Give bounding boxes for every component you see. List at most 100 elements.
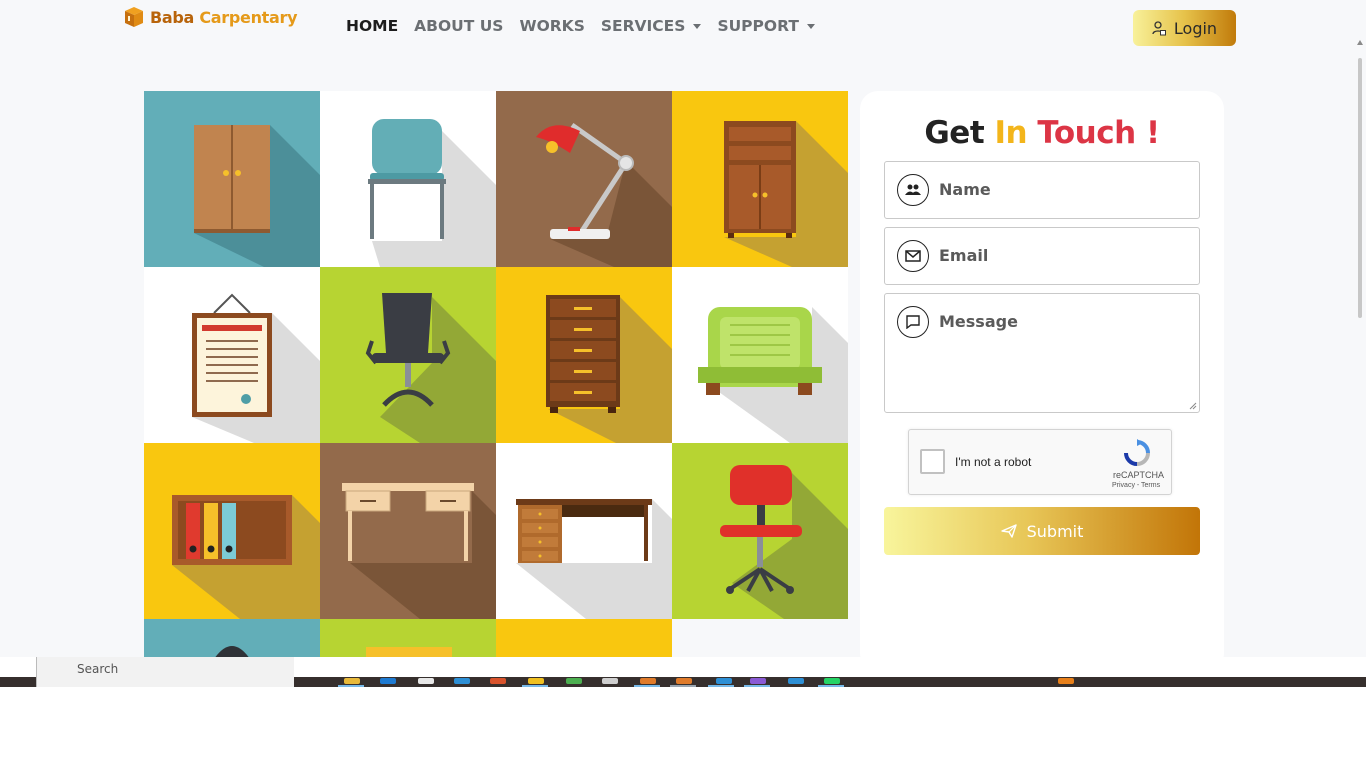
tile-chair [320, 91, 496, 267]
taskbar-app-icon[interactable] [566, 678, 582, 684]
contact-title: Get In Touch ! [860, 115, 1224, 151]
caret-down-icon [806, 23, 815, 29]
user-lock-icon [1152, 20, 1166, 35]
recaptcha-widget: I'm not a robot reCAPTCHA Privacy - Term… [908, 429, 1172, 495]
taskbar-app-icon[interactable] [750, 678, 766, 684]
tile-office-desk [496, 443, 672, 619]
brand-word-2: Carpentary [199, 7, 298, 27]
taskbar-app-icon[interactable] [602, 678, 618, 684]
envelope-icon [897, 240, 929, 272]
nav-home[interactable]: HOME [346, 17, 398, 35]
taskbar-active-indicator [670, 685, 696, 687]
taskbar-tray-icon[interactable] [1058, 678, 1074, 684]
tile-wardrobe [144, 91, 320, 267]
recaptcha-checkbox[interactable] [920, 449, 945, 474]
main-nav: HOME ABOUT US WORKS SERVICES SUPPORT [346, 17, 815, 35]
recaptcha-links[interactable]: Privacy - Terms [1112, 482, 1160, 489]
name-placeholder: Name [939, 180, 991, 199]
cabinet-icon [724, 121, 848, 267]
armchair-icon [698, 307, 848, 443]
caret-down-icon [693, 23, 702, 29]
title-part-1: Get [924, 115, 985, 151]
login-button[interactable]: Login [1133, 10, 1236, 46]
file-shelf-icon [172, 495, 320, 619]
taskbar-app-icon[interactable] [418, 678, 434, 684]
brand-word-1: Baba [150, 7, 195, 27]
submit-label: Submit [1026, 521, 1084, 541]
taskbar-app-icon[interactable] [380, 678, 396, 684]
taskbar-app-icon[interactable] [716, 678, 732, 684]
tile-partial-1 [144, 619, 320, 657]
taskbar-app-icon[interactable] [788, 678, 804, 684]
nav-support[interactable]: SUPPORT [717, 17, 815, 35]
send-icon [1000, 524, 1017, 538]
page: Baba Carpentary HOME ABOUT US WORKS SERV… [0, 0, 1366, 657]
message-field[interactable]: Message [884, 293, 1200, 413]
recaptcha-label: I'm not a robot [955, 455, 1032, 469]
tile-office-chair [320, 267, 496, 443]
taskbar-search[interactable]: Search [36, 657, 294, 687]
taskbar-app-icon[interactable] [344, 678, 360, 684]
tile-drawer-chest [496, 267, 672, 443]
wooden-desk-icon [342, 483, 496, 619]
submit-button[interactable]: Submit [884, 507, 1200, 555]
email-field[interactable]: Email [884, 227, 1200, 285]
taskbar-app-icon[interactable] [676, 678, 692, 684]
nav-services-label: SERVICES [600, 17, 686, 35]
taskbar-active-indicator [708, 685, 734, 687]
brand-logo[interactable]: Baba Carpentary [124, 6, 298, 28]
tile-partial-2 [320, 619, 496, 657]
users-icon [897, 174, 929, 206]
nav-home-label: HOME [346, 17, 399, 35]
scroll-thumb[interactable] [1358, 58, 1362, 318]
desk-lamp-icon [536, 122, 672, 267]
tile-armchair [672, 267, 848, 443]
chat-bubble-icon [897, 306, 929, 338]
tile-cabinet [672, 91, 848, 267]
contact-card: Get In Touch ! Name Email Message I'm no… [860, 91, 1224, 657]
brand-name: Baba Carpentary [150, 7, 298, 27]
taskbar-app-icon[interactable] [640, 678, 656, 684]
taskbar-active-indicator [634, 685, 660, 687]
taskbar-active-indicator [522, 685, 548, 687]
tile-partial-3 [496, 619, 672, 657]
office-desk-icon [516, 499, 672, 619]
resize-handle-icon[interactable] [1189, 402, 1197, 410]
stool-icon [215, 646, 249, 657]
wardrobe-icon [194, 125, 320, 267]
table-icon [366, 647, 452, 657]
nav-works[interactable]: WORKS [519, 17, 584, 35]
taskbar: Search [0, 657, 1366, 687]
message-placeholder: Message [939, 312, 1018, 331]
taskbar-app-icon[interactable] [454, 678, 470, 684]
taskbar-active-indicator [818, 685, 844, 687]
nav-services[interactable]: SERVICES [601, 17, 702, 35]
certificate-frame-icon [192, 293, 320, 443]
email-placeholder: Email [939, 246, 989, 265]
taskbar-app-icon[interactable] [490, 678, 506, 684]
tile-file-shelf [144, 443, 320, 619]
nav-about-label: ABOUT US [414, 17, 504, 35]
scroll-up-arrow-icon[interactable] [1357, 40, 1363, 45]
taskbar-app-icon[interactable] [528, 678, 544, 684]
page-scrollbar[interactable] [1356, 40, 1364, 657]
tile-red-office-chair [672, 443, 848, 619]
recaptcha-brand: reCAPTCHA [1113, 470, 1165, 480]
title-part-2: In [994, 115, 1028, 151]
taskbar-search-text: Search [77, 662, 119, 676]
drawer-chest-icon [546, 295, 672, 443]
login-label: Login [1173, 18, 1218, 38]
recaptcha-logo-icon [1124, 439, 1150, 466]
furniture-gallery [144, 91, 848, 657]
tile-desk-lamp [496, 91, 672, 267]
taskbar-app-icon[interactable] [824, 678, 840, 684]
nav-about-us[interactable]: ABOUT US [414, 17, 503, 35]
name-field[interactable]: Name [884, 161, 1200, 219]
office-chair-icon [365, 293, 496, 443]
taskbar-active-indicator [744, 685, 770, 687]
nav-support-label: SUPPORT [717, 17, 799, 35]
chair-icon [368, 119, 496, 267]
taskbar-active-indicator [338, 685, 364, 687]
box-logo-icon [125, 7, 143, 27]
red-office-chair-icon [720, 465, 848, 619]
